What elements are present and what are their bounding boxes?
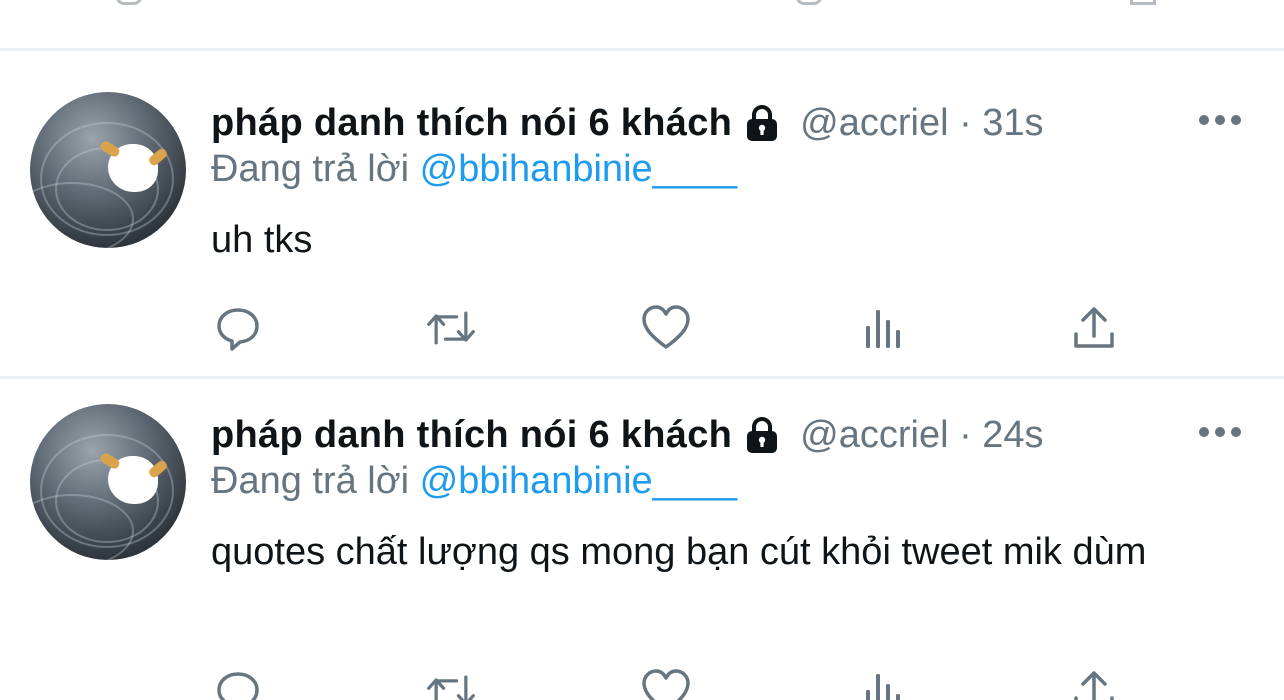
replying-to: Đang trả lời @bbihanbinie____ <box>211 460 737 503</box>
reply-mention-link[interactable]: @bbihanbinie____ <box>420 148 738 190</box>
replying-to: Đang trả lời @bbihanbinie____ <box>211 148 737 191</box>
tweet-header: pháp danh thích nói 6 khách @accriel · 3… <box>211 99 1044 147</box>
more-icon[interactable] <box>1198 426 1242 438</box>
reply-button[interactable] <box>212 666 264 700</box>
reply-mention-link[interactable]: @bbihanbinie____ <box>420 460 738 502</box>
tweet[interactable]: pháp danh thích nói 6 khách @accriel · 3… <box>0 92 1284 378</box>
share-icon[interactable] <box>1130 0 1156 5</box>
previous-tweet-actions <box>0 0 1284 48</box>
like-icon[interactable] <box>796 0 822 5</box>
share-button[interactable] <box>1068 302 1120 354</box>
like-button[interactable] <box>640 302 692 354</box>
heart-icon <box>642 305 690 349</box>
lock-icon <box>742 103 782 143</box>
retweet-button[interactable] <box>425 666 477 700</box>
display-name[interactable]: pháp danh thích nói 6 khách <box>211 102 732 145</box>
tweet-header: pháp danh thích nói 6 khách @accriel · 2… <box>211 411 1044 459</box>
reply-icon[interactable] <box>116 0 142 5</box>
tweet-text: quotes chất lượng qs mong bạn cút khỏi t… <box>211 531 1147 573</box>
tweet-text: uh tks <box>211 219 313 261</box>
divider <box>0 376 1284 379</box>
like-button[interactable] <box>640 666 692 700</box>
tweet-thread: pháp danh thích nói 6 khách @accriel · 3… <box>0 0 1284 700</box>
share-icon <box>1074 307 1114 348</box>
reply-icon <box>217 308 259 351</box>
share-icon <box>1074 671 1114 700</box>
analytics-button[interactable] <box>856 666 908 700</box>
retweet-icon <box>427 675 475 700</box>
reply-icon <box>217 672 259 700</box>
heart-icon <box>642 669 690 700</box>
divider <box>0 48 1284 51</box>
lock-icon <box>742 415 782 455</box>
tweet-actions <box>0 302 1284 354</box>
reply-button[interactable] <box>212 302 264 354</box>
replying-to-label: Đang trả lời <box>211 460 410 502</box>
analytics-button[interactable] <box>856 302 908 354</box>
more-icon[interactable] <box>1198 114 1242 126</box>
retweet-icon <box>427 311 475 345</box>
avatar[interactable] <box>30 92 186 248</box>
retweet-button[interactable] <box>425 302 477 354</box>
analytics-icon <box>866 674 900 700</box>
analytics-icon <box>866 310 900 348</box>
replying-to-label: Đang trả lời <box>211 148 410 190</box>
display-name[interactable]: pháp danh thích nói 6 khách <box>211 414 732 457</box>
handle-and-time[interactable]: @accriel · 31s <box>800 102 1043 145</box>
tweet-actions <box>0 666 1284 700</box>
handle-and-time[interactable]: @accriel · 24s <box>800 414 1043 457</box>
tweet[interactable]: pháp danh thích nói 6 khách @accriel · 2… <box>0 404 1284 700</box>
share-button[interactable] <box>1068 666 1120 700</box>
avatar[interactable] <box>30 404 186 560</box>
